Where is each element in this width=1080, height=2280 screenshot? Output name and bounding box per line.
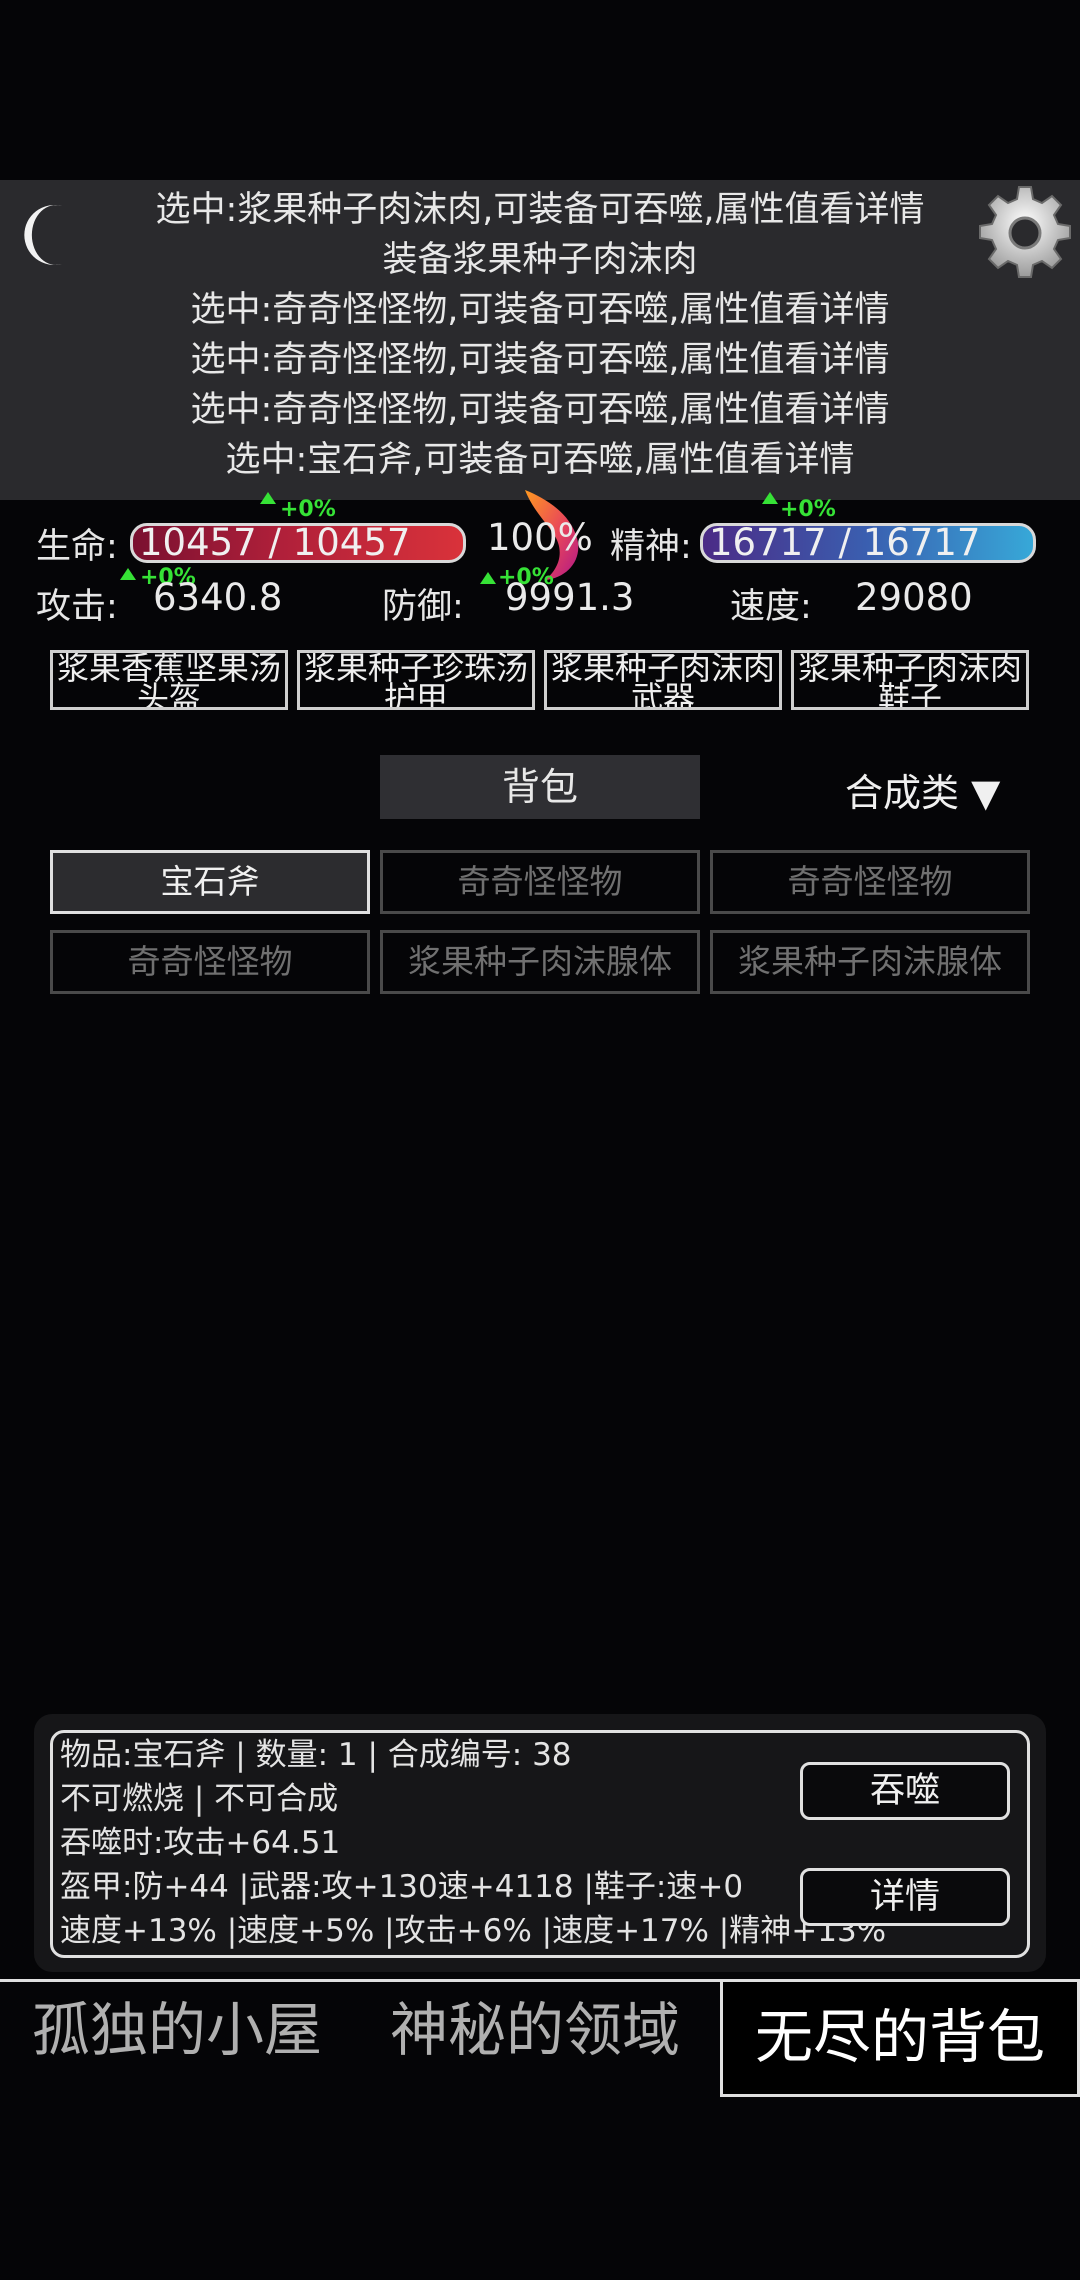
hp-label: 生命: — [36, 527, 118, 567]
info-line: 速度+13% |速度+5% |攻击+6% |速度+17% |精神+13% — [60, 1913, 887, 1949]
log-line: 选中:奇奇怪怪物,可装备可吞噬,属性值看详情 — [190, 390, 890, 430]
tab-realm[interactable]: 神秘的领域 — [390, 1975, 680, 2085]
defense-value: 9991.3 — [505, 576, 635, 619]
detail-button[interactable]: 详情 — [800, 1868, 1010, 1926]
hp-value: 10457 / 10457 — [139, 523, 411, 563]
percent-value: 100% — [487, 516, 593, 559]
hp-delta: +0% — [280, 497, 336, 522]
speed-label: 速度: — [730, 587, 812, 627]
info-line: 物品:宝石斧 | 数量: 1 | 合成编号: 38 — [60, 1737, 572, 1773]
equip-slot-weapon[interactable]: 浆果种子肉沫肉武器 — [544, 650, 782, 710]
tab-endless-bag[interactable]: 无尽的背包 — [720, 1979, 1080, 2097]
log-line: 选中:浆果种子肉沫肉,可装备可吞噬,属性值看详情 — [155, 190, 925, 230]
tab-cabin[interactable]: 孤独的小屋 — [32, 1975, 322, 2085]
equip-slot-helmet[interactable]: 浆果香蕉坚果汤头盔 — [50, 650, 288, 710]
filter-dropdown[interactable]: 合成类 ▼ — [845, 762, 1000, 817]
defense-label: 防御: — [382, 587, 464, 627]
inventory-item[interactable]: 宝石斧 — [50, 850, 370, 914]
info-line: 盔甲:防+44 |武器:攻+130速+4118 |鞋子:速+0 — [60, 1869, 744, 1905]
up-arrow-icon — [480, 572, 496, 584]
speed-value: 29080 — [855, 576, 973, 619]
inventory-item[interactable]: 浆果种子肉沫腺体 — [710, 930, 1030, 994]
sp-value: 16717 / 16717 — [709, 523, 981, 563]
equip-slot-armor[interactable]: 浆果种子珍珠汤护甲 — [297, 650, 535, 710]
sp-delta: +0% — [780, 497, 836, 522]
sp-bar: 16717 / 16717 — [700, 523, 1036, 563]
log-line: 选中:宝石斧,可装备可吞噬,属性值看详情 — [225, 440, 855, 480]
attack-label: 攻击: — [36, 587, 118, 627]
inventory-item[interactable]: 浆果种子肉沫腺体 — [380, 930, 700, 994]
log-line: 选中:奇奇怪怪物,可装备可吞噬,属性值看详情 — [190, 340, 890, 380]
info-line: 吞噬时:攻击+64.51 — [60, 1825, 341, 1861]
devour-button[interactable]: 吞噬 — [800, 1762, 1010, 1820]
up-arrow-icon — [762, 492, 778, 504]
moon-icon[interactable] — [12, 200, 82, 270]
hp-bar: 10457 / 10457 — [130, 523, 466, 563]
inventory-item[interactable]: 奇奇怪怪物 — [380, 850, 700, 914]
info-line: 不可燃烧 | 不可合成 — [60, 1781, 339, 1817]
tab-bag[interactable]: 背包 — [380, 755, 700, 819]
log-line: 选中:奇奇怪怪物,可装备可吞噬,属性值看详情 — [190, 290, 890, 330]
inventory-item[interactable]: 奇奇怪怪物 — [710, 850, 1030, 914]
up-arrow-icon — [260, 492, 276, 504]
gear-icon[interactable] — [975, 183, 1075, 283]
up-arrow-icon — [120, 568, 136, 580]
equip-slot-shoes[interactable]: 浆果种子肉沫肉鞋子 — [791, 650, 1029, 710]
inventory-item[interactable]: 奇奇怪怪物 — [50, 930, 370, 994]
attack-value: 6340.8 — [153, 576, 283, 619]
log-line: 装备浆果种子肉沫肉 — [382, 240, 698, 280]
sp-label: 精神: — [610, 527, 692, 567]
